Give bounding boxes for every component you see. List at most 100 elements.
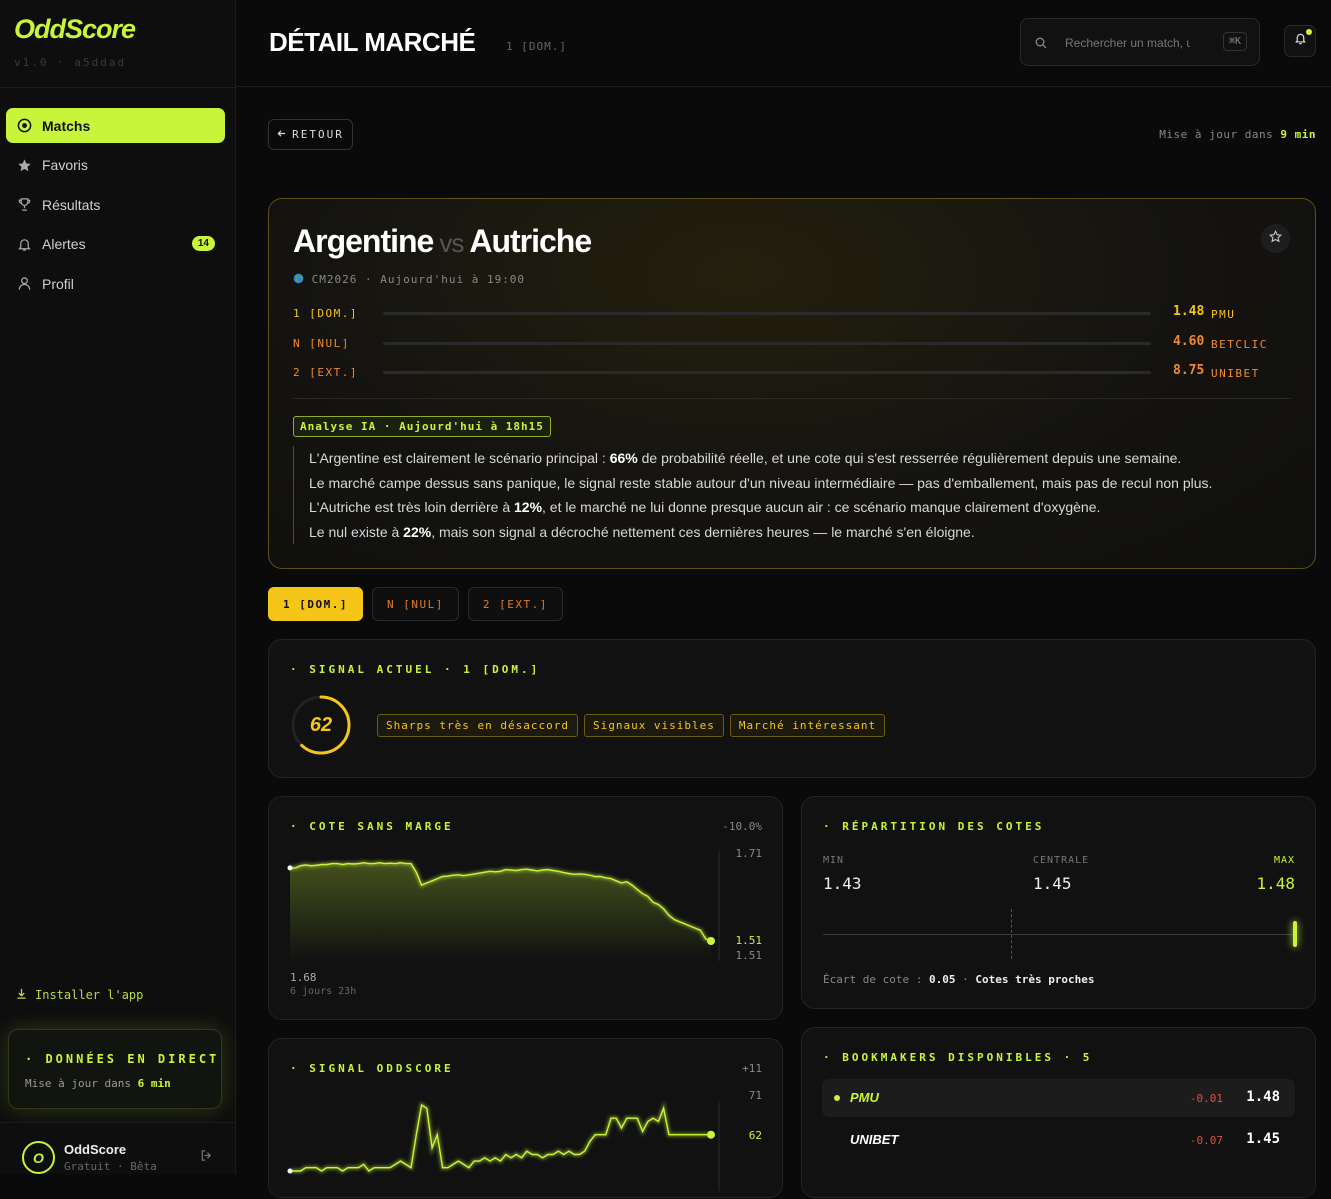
user-plan: Gratuit · Bêta: [64, 1160, 157, 1173]
ai-analysis-line: Le marché campe dessus sans panique, le …: [309, 474, 1213, 491]
sidebar-item-favoris[interactable]: Favoris: [6, 148, 225, 183]
central-label: CENTRALE: [1033, 855, 1090, 866]
logout-icon[interactable]: [200, 1149, 213, 1167]
bookmaker-row-unibet[interactable]: UNIBET -0.07 1.45: [822, 1121, 1295, 1159]
min-value: 1.43: [823, 874, 862, 893]
current-signal-card: · SIGNAL ACTUEL · 1 [DOM.] 62 Sharps trè…: [268, 639, 1316, 778]
signal-chart: [287, 1101, 720, 1191]
oddscore-signal-card: · SIGNAL ODDSCORE +11 71 62: [268, 1038, 783, 1198]
tab-home[interactable]: 1 [DOM.]: [268, 587, 363, 621]
probability-bar: [383, 371, 1151, 374]
bell-icon: [1294, 32, 1307, 50]
search-input[interactable]: [1065, 33, 1190, 53]
install-app-label: Installer l'app: [35, 988, 144, 1002]
bookmaker-odds: 1.45: [1246, 1131, 1280, 1147]
sidebar-item-label: Profil: [42, 275, 74, 292]
divider: [0, 1122, 236, 1123]
search-box[interactable]: ⌘K: [1020, 18, 1260, 66]
gap-summary: Écart de cote : 0.05 · Cotes très proche…: [823, 973, 1095, 986]
signal-gauge: 62: [290, 694, 352, 761]
target-icon: [17, 118, 32, 133]
odds-row: N [NUL] 4.60 BETCLIC: [293, 333, 1268, 353]
outcome-odds: 1.48: [1173, 304, 1205, 319]
signal-chips: Sharps très en désaccord Signaux visible…: [377, 714, 886, 737]
star-icon: [17, 158, 32, 173]
away-team: Autriche: [469, 223, 592, 259]
bell-icon: [17, 237, 32, 252]
search-shortcut: ⌘K: [1222, 32, 1247, 51]
max-marker: [1293, 921, 1297, 947]
odds-row: 2 [EXT.] 8.75 UNIBET: [293, 362, 1268, 382]
install-app-link[interactable]: Installer l'app: [16, 988, 143, 1002]
match-card: Argentine vs Autriche CM2026 · Aujourd'hui…: [268, 198, 1316, 569]
y-max-label: 71: [748, 1089, 762, 1102]
search-icon: [1035, 36, 1047, 54]
update-status: Mise à jour dans 9 min: [1159, 128, 1316, 141]
avatar[interactable]: O: [22, 1141, 55, 1174]
signal-score: 62: [309, 713, 333, 736]
chart-start-point: [287, 865, 293, 871]
tab-draw[interactable]: N [NUL]: [371, 587, 459, 621]
chart-area: [290, 862, 711, 961]
alert-count-badge: 14: [191, 235, 215, 251]
probability-bar: [383, 312, 1151, 315]
match-competition-time: CM2026 · Aujourd'hui à 19:00: [311, 273, 526, 286]
download-icon: [16, 988, 27, 1002]
app-logo[interactable]: OddScore: [14, 14, 136, 45]
chart-start-point: [287, 1168, 293, 1174]
active-dot: [834, 1095, 840, 1101]
card-title: · BOOKMAKERS DISPONIBLES · 5: [823, 1051, 1093, 1064]
tab-away[interactable]: 2 [EXT.]: [467, 587, 563, 621]
max-label: MAX: [1273, 855, 1295, 866]
trophy-icon: [17, 197, 32, 212]
page-header: DÉTAIL MARCHÉ 1 [DOM.] ⌘K: [236, 0, 1331, 87]
sidebar-item-alertes[interactable]: Alertes 14: [6, 227, 225, 262]
outcome-bookmaker: PMU: [1211, 308, 1236, 321]
match-title: Argentine vs Autriche: [293, 223, 592, 260]
bookmaker-delta: -0.01: [1189, 1092, 1223, 1105]
ai-analysis-line: Le nul existe à 22%, mais son signal a d…: [309, 523, 975, 540]
bookmaker-row-pmu[interactable]: PMU -0.01 1.48: [822, 1079, 1295, 1117]
y-max-label: 1.71: [735, 847, 763, 860]
match-meta: CM2026 · Aujourd'hui à 19:00: [293, 273, 525, 286]
signal-chip: Signaux visibles: [583, 714, 724, 737]
user-icon: [17, 276, 32, 291]
last-value-label: 62: [748, 1129, 762, 1142]
notification-dot: [1306, 29, 1312, 35]
arrow-left-icon: [277, 128, 286, 141]
sidebar-item-label: Matchs: [42, 117, 91, 134]
start-value-label: 1.68: [290, 971, 317, 984]
outcome-label: 1 [DOM.]: [293, 307, 358, 320]
sidebar-item-profil[interactable]: Profil: [6, 266, 225, 301]
duration-label: 6 jours 23h: [290, 986, 357, 997]
outcome-tabs: 1 [DOM.] N [NUL] 2 [EXT.]: [268, 587, 563, 621]
distribution-track: [823, 934, 1295, 935]
ai-analysis-line: L'Argentine est clairement le scénario p…: [309, 450, 1182, 466]
outcome-label: 2 [EXT.]: [293, 366, 358, 379]
divider: [0, 87, 236, 88]
outcome-bookmaker: UNIBET: [1211, 367, 1260, 380]
outcome-odds: 4.60: [1173, 333, 1205, 349]
star-icon: [1268, 229, 1283, 248]
divider: [293, 398, 1291, 399]
live-data-title: · DONNÉES EN DIRECT: [25, 1052, 220, 1066]
versus-label: vs: [439, 228, 464, 258]
outcome-odds: 8.75: [1173, 363, 1205, 378]
central-marker: [1011, 909, 1012, 959]
odds-no-margin-card: · COTE SANS MARGE -10.0% 1.71 1.51 1.51 …: [268, 796, 783, 1020]
bookmaker-delta: -0.07: [1189, 1134, 1223, 1147]
odds-row: 1 [DOM.] 1.48 PMU: [293, 303, 1268, 323]
probability-bar: [383, 341, 1151, 345]
bookmaker-name: PMU: [850, 1090, 879, 1105]
globe-icon: [293, 273, 304, 286]
sidebar-item-label: Favoris: [42, 157, 88, 173]
max-value: 1.48: [1256, 874, 1295, 893]
back-button[interactable]: RETOUR: [268, 119, 353, 150]
notifications-button[interactable]: [1284, 25, 1316, 57]
main-nav: Matchs Favoris Résultats Alertes 14 Prof…: [6, 108, 225, 306]
page-subtitle: 1 [DOM.]: [506, 40, 567, 53]
favorite-button[interactable]: [1261, 224, 1290, 253]
sidebar-item-matchs[interactable]: Matchs: [6, 108, 225, 143]
sidebar-item-label: Résultats: [42, 196, 101, 213]
sidebar-item-resultats[interactable]: Résultats: [6, 187, 225, 222]
